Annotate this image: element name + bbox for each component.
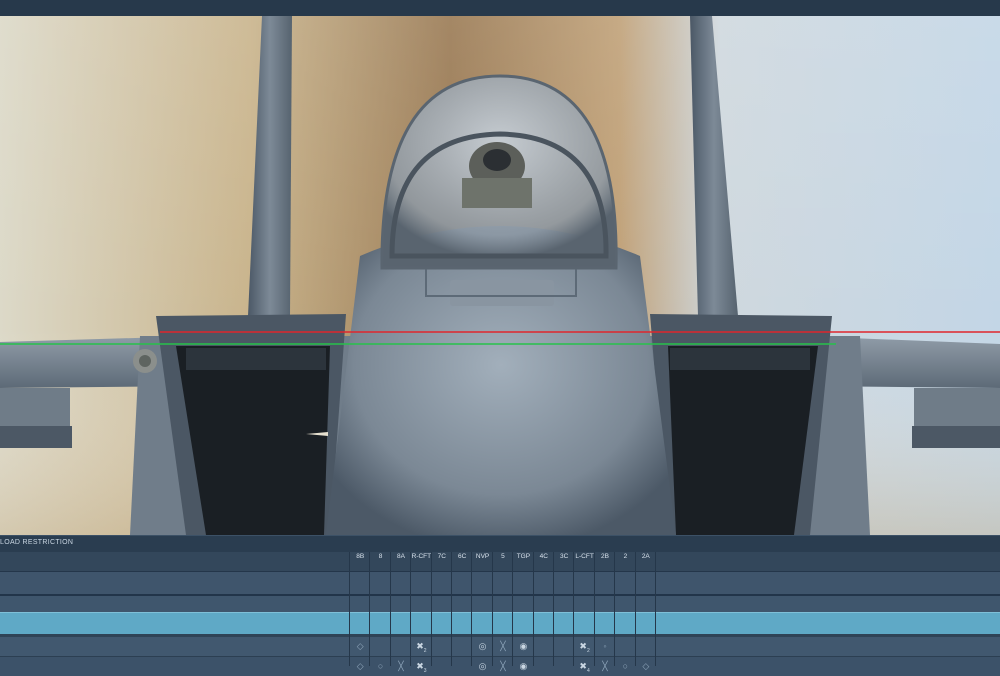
station-label: 7C [437, 553, 446, 560]
station-store-icon: ○ [622, 661, 629, 671]
station-store-icon: ◉ [519, 641, 528, 651]
station-label: L-CFT [575, 553, 594, 560]
station-label: 6C [458, 553, 467, 560]
station-store-icon: ╳ [500, 641, 506, 651]
station-label: 8A [397, 553, 405, 560]
window-top-bar [0, 0, 1000, 17]
station-store-icon: ✖4 [579, 661, 590, 674]
station-store-icon: ✖2 [416, 641, 427, 654]
station-store-icon: ╳ [500, 661, 506, 671]
store-count: 3 [423, 667, 427, 674]
load-restriction-panel: LOAD RESTRICTION 8B ◇ ◇ 8 ○ 8A ╳ R-CFT ✖2 ✖3 7C 6C N… [0, 535, 1000, 676]
station-label: 8 [378, 553, 383, 560]
panel-title-bar: LOAD RESTRICTION [0, 535, 1000, 553]
station-label: 2B [601, 553, 609, 560]
station-store-icon: ◇ [356, 661, 364, 671]
station-store-icon: ◎ [478, 641, 487, 651]
station-label: 2A [641, 553, 650, 560]
station-store-icon: ╳ [398, 661, 404, 671]
station-label: 2 [623, 553, 628, 560]
station-store-icon: ◇ [356, 641, 364, 651]
3d-viewport[interactable] [0, 16, 1000, 535]
station-store-icon: ◦ [603, 641, 607, 651]
station-store-icon: ◎ [478, 661, 487, 671]
station-label: NVP [475, 553, 490, 560]
station-store-icon: ◇ [642, 661, 650, 671]
store-count: 4 [586, 667, 590, 674]
aircraft-render [0, 16, 1000, 535]
panel-title: LOAD RESTRICTION [0, 539, 74, 546]
station-label: 4C [539, 553, 548, 560]
station-store-icon: ✖3 [416, 661, 427, 674]
station-store-icon: ◉ [519, 661, 528, 671]
station-label: 5 [501, 553, 505, 560]
station-label: TGP [516, 553, 531, 560]
station-label: 8B [356, 553, 365, 560]
station-label: R-CFT [411, 553, 432, 560]
station-store-icon: ✖2 [579, 641, 590, 654]
station-label: 3C [560, 553, 569, 560]
station-store-icon: ○ [377, 661, 384, 671]
station-store-icon: ╳ [602, 661, 608, 671]
